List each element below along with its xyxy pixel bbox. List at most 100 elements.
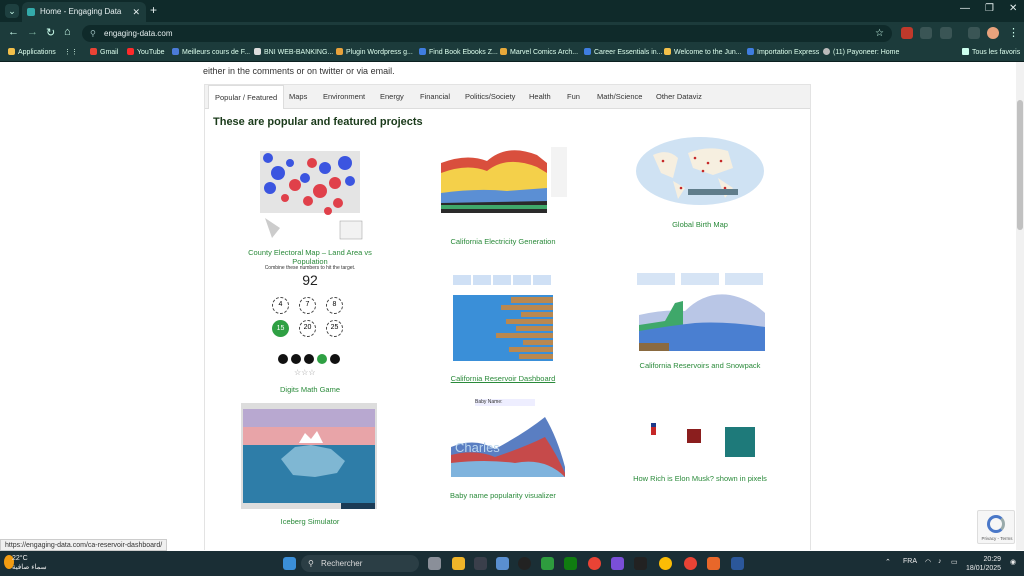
card-title-elon-musk[interactable]: How Rich is Elon Musk? shown in pixels [631,474,769,483]
site-info-icon[interactable]: ⚲ [90,25,96,42]
bookmark-youtube[interactable]: YouTube [127,48,165,56]
tab-health[interactable]: Health [529,85,551,109]
app-icon[interactable] [634,557,647,570]
start-icon[interactable] [283,557,296,570]
profile-avatar[interactable] [987,27,999,39]
tab-financial[interactable]: Financial [420,85,450,109]
card-title-electricity[interactable]: California Electricity Generation [435,237,571,246]
card-title-reservoirs-snowpack[interactable]: California Reservoirs and Snowpack [631,361,769,370]
menu-icon[interactable]: ⋮ [1008,26,1019,39]
tab-search-icon[interactable]: ⌄ [5,4,19,18]
word-icon[interactable] [731,557,744,570]
chrome-active-icon[interactable] [659,557,672,570]
volume-icon[interactable]: ♪ [938,558,942,565]
excel-icon[interactable] [564,557,577,570]
plus-icon[interactable] [291,354,301,364]
extension-icon[interactable] [901,27,913,39]
multiply-icon[interactable] [317,354,327,364]
bookmark-payoneer[interactable]: (11) Payoneer: Home [823,48,899,56]
chrome-profile-icon[interactable] [684,557,697,570]
new-tab-button[interactable]: + [150,3,157,17]
undo-icon[interactable] [278,354,288,364]
back-icon[interactable]: ← [8,26,19,38]
reload-icon[interactable]: ↻ [46,26,55,39]
bookmark-importation[interactable]: Importation Express [747,48,819,56]
forward-icon[interactable]: → [27,26,38,38]
electricity-generation-thumbnail[interactable] [437,133,569,231]
tab-energy[interactable]: Energy [380,85,404,109]
digit-tile-selected[interactable]: 15 [272,320,289,337]
digit-tile[interactable]: 25 [326,320,343,337]
bookmark-meilleurs-cours[interactable]: Meilleurs cours de F... [172,48,250,56]
all-bookmarks-folder[interactable]: Tous les favoris [962,48,1020,56]
chrome-icon[interactable] [588,557,601,570]
tab-popular-featured[interactable]: Popular / Featured [208,85,285,109]
app-icon[interactable] [611,557,624,570]
download-icon[interactable] [968,27,980,39]
electoral-map-thumbnail[interactable] [250,133,370,243]
tray-chevron-icon[interactable]: ⌃ [885,558,891,566]
file-explorer-icon[interactable] [452,557,465,570]
iceberg-simulator-thumbnail[interactable] [241,403,377,509]
taskbar-search[interactable]: ⚲ Rechercher [301,555,419,572]
clock[interactable]: 20:29 18/01/2025 [966,555,1001,573]
global-birth-map-thumbnail[interactable] [633,133,767,215]
digit-tile[interactable]: 4 [272,297,289,314]
bookmark-welcome[interactable]: Welcome to the Jun... [664,48,742,56]
tab-environment[interactable]: Environment [323,85,365,109]
bookmark-bni[interactable]: BNI WEB-BANKING... [254,48,333,56]
app-icon[interactable] [496,557,509,570]
wifi-icon[interactable]: ◠ [925,558,931,566]
bookmark-career[interactable]: Career Essentials in... [584,48,662,56]
tab-politics-society[interactable]: Politics/Society [465,85,515,109]
digit-tile[interactable]: 7 [299,297,316,314]
scrollbar-thumb[interactable] [1017,100,1023,230]
digit-tile[interactable]: 8 [326,297,343,314]
digits-game-thumbnail[interactable]: Combine these numbers to hit the target.… [250,265,370,385]
card-title-birth-map[interactable]: Global Birth Map [631,220,769,229]
extension-icon[interactable] [920,27,932,39]
card-title-digits[interactable]: Digits Math Game [248,385,372,394]
elon-musk-pixels-thumbnail[interactable] [637,401,767,459]
address-bar[interactable]: ⚲ engaging-data.com ☆ [82,25,892,42]
maximize-icon[interactable]: ❐ [985,3,994,14]
tab-math-science[interactable]: Math/Science [597,85,642,109]
reservoir-dashboard-thumbnail[interactable] [451,267,555,373]
apps-grid-icon[interactable]: ⋮⋮ [64,48,78,56]
close-window-icon[interactable]: ✕ [1009,3,1017,14]
media-icon[interactable] [518,557,531,570]
privacy-terms-link[interactable]: Privacy - Terms [978,536,1016,541]
recaptcha-badge[interactable]: Privacy - Terms [977,510,1015,544]
bookmark-gmail[interactable]: Gmail [90,48,118,56]
home-icon[interactable]: ⌂ [64,26,71,38]
bookmark-applications[interactable]: Applications [8,48,56,56]
browser-tab[interactable]: Home - Engaging Data ✕ [22,2,146,22]
app-icon[interactable] [474,557,487,570]
tab-fun[interactable]: Fun [567,85,580,109]
card-title-baby-name[interactable]: Baby name popularity visualizer [435,491,571,500]
language-indicator[interactable]: FRA [903,558,917,565]
tab-other-dataviz[interactable]: Other Dataviz [656,85,702,109]
app-icon[interactable] [707,557,720,570]
weather-widget[interactable]: 22°C سماء صافية [12,554,47,572]
minus-icon[interactable] [304,354,314,364]
card-title-electoral-map[interactable]: County Electoral Map – Land Area vs Popu… [248,248,372,266]
task-view-icon[interactable] [428,557,441,570]
xbox-icon[interactable] [541,557,554,570]
bookmark-plugin-wordpress[interactable]: Plugin Wordpress g... [336,48,413,56]
minimize-icon[interactable]: — [960,3,970,14]
bookmark-marvel[interactable]: Marvel Comics Arch... [500,48,578,56]
tab-maps[interactable]: Maps [289,85,307,109]
notifications-icon[interactable]: ◉ [1010,558,1016,566]
bookmark-star-icon[interactable]: ☆ [875,25,884,42]
page-scrollbar[interactable] [1016,62,1024,550]
battery-icon[interactable]: ▭ [951,558,958,566]
card-title-iceberg[interactable]: Iceberg Simulator [248,517,372,526]
reservoirs-snowpack-thumbnail[interactable] [635,273,767,353]
divide-icon[interactable] [330,354,340,364]
close-tab-icon[interactable]: ✕ [132,2,140,22]
digit-tile[interactable]: 20 [299,320,316,337]
extensions-puzzle-icon[interactable] [940,27,952,39]
bookmark-find-book[interactable]: Find Book Ebooks Z... [419,48,498,56]
card-title-reservoir-dashboard[interactable]: California Reservoir Dashboard [435,374,571,383]
